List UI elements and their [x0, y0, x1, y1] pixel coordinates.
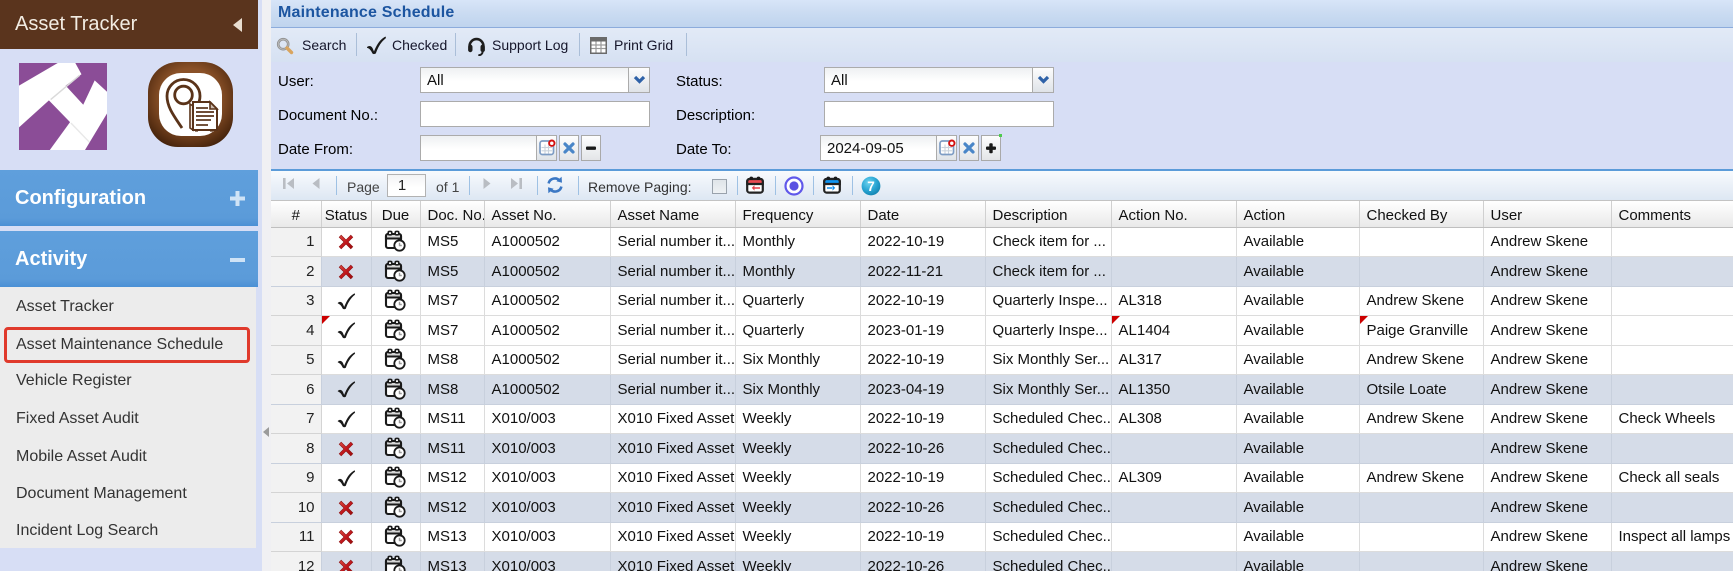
svg-text:7: 7 [867, 179, 875, 194]
